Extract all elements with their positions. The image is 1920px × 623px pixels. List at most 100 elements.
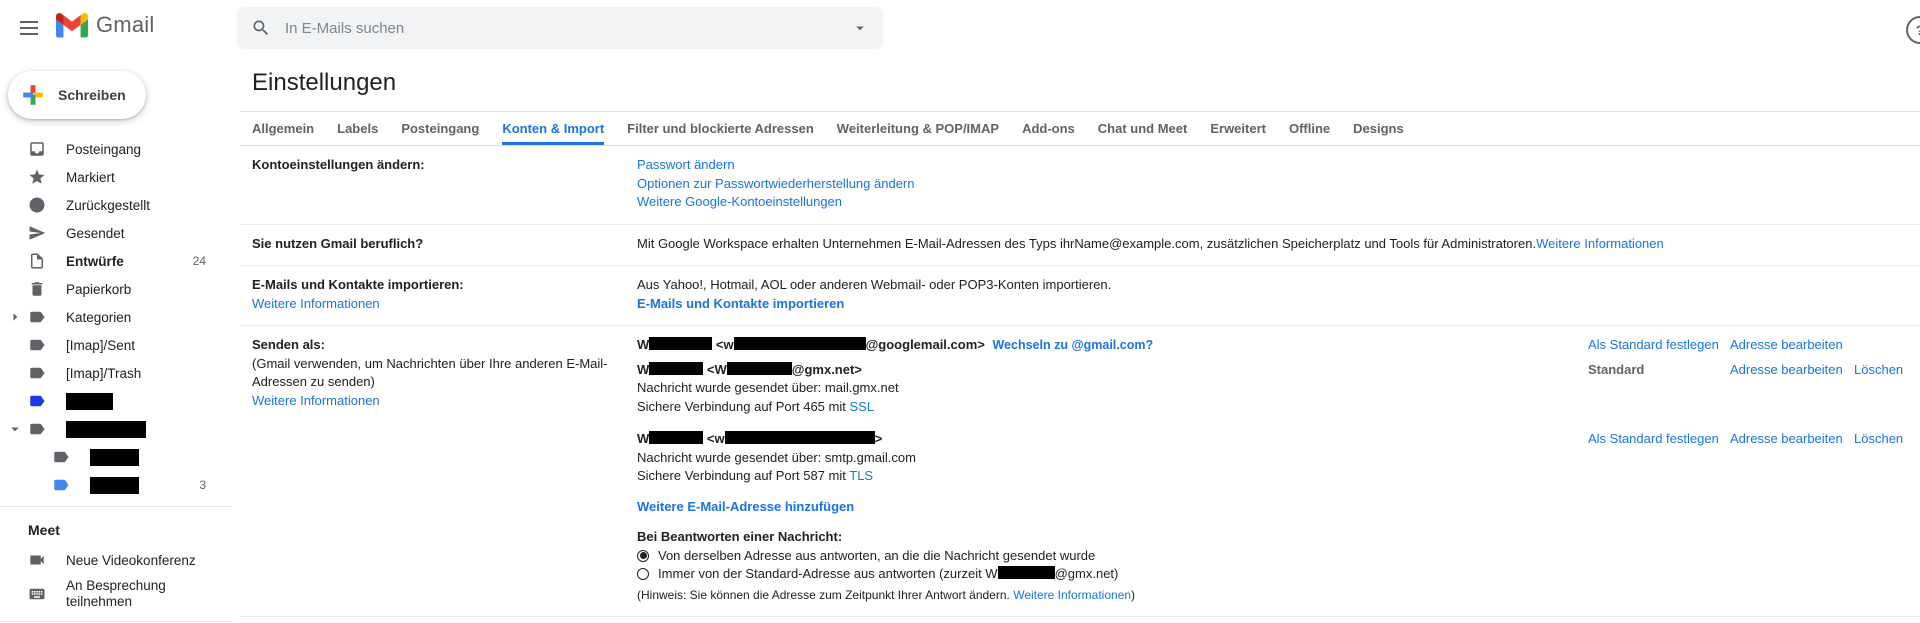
redacted-text [649, 337, 712, 350]
row-label: Sie nutzen Gmail beruflich? [252, 236, 423, 251]
label-icon [28, 363, 48, 383]
gmail-logo[interactable]: Gmail [56, 12, 154, 38]
search-icon[interactable] [251, 18, 271, 38]
radio-selected-icon[interactable] [637, 550, 649, 562]
link-ssl[interactable]: SSL [849, 399, 874, 414]
unread-count: 3 [199, 478, 206, 492]
sidebar-item-kategorien[interactable]: Kategorien [0, 303, 232, 331]
sidebar-item-label-redacted-1[interactable] [0, 387, 232, 415]
sent-via-text: Nachricht wurde gesendet über: smtp.gmai… [637, 449, 1588, 468]
row-nachrichten-abrufen: Nachrichten von anderen Konten abrufen: … [240, 617, 1920, 623]
sidebar-item-imap-trash[interactable]: [Imap]/Trash [0, 359, 232, 387]
keyboard-icon [28, 584, 48, 604]
tab-designs[interactable]: Designs [1353, 112, 1404, 145]
row-label: Senden als: [252, 336, 637, 355]
app-name: Gmail [96, 12, 154, 38]
row-label: E-Mails und Kontakte importieren: [252, 276, 637, 295]
inbox-icon [28, 139, 48, 159]
tab-filter[interactable]: Filter und blockierte Adressen [627, 112, 814, 145]
tab-posteingang[interactable]: Posteingang [401, 112, 479, 145]
secure-text: Sichere Verbindung auf Port 587 mit [637, 468, 846, 483]
clock-icon [28, 195, 48, 215]
settings-tabs: Allgemein Labels Posteingang Konten & Im… [240, 112, 1920, 146]
redacted-label [90, 477, 139, 494]
sidebar-item-gesendet[interactable]: Gesendet [0, 219, 232, 247]
sidebar-item-label-redacted-2[interactable] [0, 415, 232, 443]
redacted-text [649, 431, 703, 444]
link-adresse-bearbeiten[interactable]: Adresse bearbeiten [1730, 430, 1854, 449]
row-import: E-Mails und Kontakte importieren: Weiter… [240, 266, 1920, 326]
sidebar-item-label-redacted-4[interactable]: 3 [0, 471, 232, 499]
sidebar-item-entwuerfe[interactable]: Entwürfe 24 [0, 247, 232, 275]
chevron-right-icon[interactable] [6, 308, 24, 326]
sidebar-item-neue-videokonferenz[interactable]: Neue Videokonferenz [0, 546, 232, 574]
redacted-text [734, 337, 866, 350]
link-weitere-email-adresse-hinzufuegen[interactable]: Weitere E-Mail-Adresse hinzufügen [637, 499, 854, 514]
label-icon [28, 419, 48, 439]
redacted-label [66, 421, 146, 438]
search-input[interactable] [283, 19, 851, 38]
sidebar-divider [0, 506, 232, 507]
sidebar-item-posteingang[interactable]: Posteingang [0, 135, 232, 163]
redacted-label [66, 393, 113, 410]
sidebar-item-imap-sent[interactable]: [Imap]/Sent [0, 331, 232, 359]
link-adresse-bearbeiten[interactable]: Adresse bearbeiten [1730, 336, 1854, 355]
link-als-standard-festlegen[interactable]: Als Standard festlegen [1588, 336, 1730, 355]
sidebar-item-zurueckgestellt[interactable]: Zurückgestellt [0, 191, 232, 219]
send-as-entry: W <w> Nachricht wurde gesendet über: smt… [637, 430, 1904, 486]
tab-weiterleitung[interactable]: Weiterleitung & POP/IMAP [837, 112, 999, 145]
chevron-down-icon[interactable] [6, 420, 24, 438]
tab-labels[interactable]: Labels [337, 112, 378, 145]
sidebar-divider [0, 621, 232, 622]
gmail-logo-icon [56, 13, 88, 38]
link-emails-kontakte-importieren[interactable]: E-Mails und Kontakte importieren [637, 296, 844, 311]
link-tls[interactable]: TLS [849, 468, 873, 483]
send-icon [28, 223, 48, 243]
sidebar-item-label-redacted-3[interactable] [0, 443, 232, 471]
tab-add-ons[interactable]: Add-ons [1022, 112, 1075, 145]
star-icon [28, 167, 48, 187]
reply-hint: (Hinweis: Sie können die Adresse zum Zei… [637, 586, 1904, 605]
link-loeschen[interactable]: Löschen [1854, 361, 1904, 380]
link-passwort-aendern[interactable]: Passwort ändern [637, 157, 735, 172]
redacted-label [90, 449, 139, 466]
tab-allgemein[interactable]: Allgemein [252, 112, 314, 145]
hamburger-menu-icon[interactable] [14, 13, 44, 43]
senden-als-description: (Gmail verwenden, um Nachrichten über Ih… [252, 355, 637, 392]
tab-konten-import[interactable]: Konten & Import [502, 112, 604, 145]
label-icon [52, 475, 72, 495]
link-weitere-informationen[interactable]: Weitere Informationen [1536, 236, 1664, 251]
link-loeschen[interactable]: Löschen [1854, 430, 1904, 449]
compose-button[interactable]: Schreiben [8, 71, 146, 119]
radio-unselected-icon[interactable] [637, 568, 649, 580]
sidebar-item-markiert[interactable]: Markiert [0, 163, 232, 191]
link-passwortwiederherstellung[interactable]: Optionen zur Passwortwiederherstellung ä… [637, 176, 915, 191]
link-google-kontoeinstellungen[interactable]: Weitere Google-Kontoeinstellungen [637, 194, 842, 209]
draft-icon [28, 251, 48, 271]
link-adresse-bearbeiten[interactable]: Adresse bearbeiten [1730, 361, 1854, 380]
search-options-icon[interactable] [851, 19, 869, 37]
tab-offline[interactable]: Offline [1289, 112, 1330, 145]
gmail-settings-page: Gmail ? Schreiben Posteingang Markiert [0, 0, 1920, 623]
page-title: Einstellungen [240, 56, 1920, 112]
search-bar[interactable] [237, 7, 883, 49]
sidebar-item-papierkorb[interactable]: Papierkorb [0, 275, 232, 303]
tab-chat-und-meet[interactable]: Chat und Meet [1098, 112, 1188, 145]
link-weitere-informationen[interactable]: Weitere Informationen [1013, 588, 1131, 602]
link-als-standard-festlegen[interactable]: Als Standard festlegen [1588, 430, 1730, 449]
sent-via-text: Nachricht wurde gesendet über: mail.gmx.… [637, 379, 1588, 398]
sidebar-item-an-besprechung-teilnehmen[interactable]: An Besprechung teilnehmen [0, 574, 232, 614]
link-weitere-informationen[interactable]: Weitere Informationen [252, 393, 380, 408]
label-icon [52, 447, 72, 467]
compose-plus-icon [22, 84, 44, 106]
redacted-text [725, 431, 875, 444]
import-text: Aus Yahoo!, Hotmail, AOL oder anderen We… [637, 276, 1904, 295]
status-standard: Standard [1588, 361, 1730, 380]
help-icon[interactable]: ? [1906, 16, 1920, 44]
link-wechseln-zu-gmail[interactable]: Wechseln zu @gmail.com? [992, 338, 1153, 352]
send-as-entry: W <W@gmx.net> Nachricht wurde gesendet ü… [637, 361, 1904, 417]
tab-erweitert[interactable]: Erweitert [1210, 112, 1266, 145]
link-weitere-informationen[interactable]: Weitere Informationen [252, 296, 380, 311]
reply-options-label: Bei Beantworten einer Nachricht: [637, 528, 1904, 547]
row-kontoeinstellungen: Kontoeinstellungen ändern: Passwort ände… [240, 146, 1920, 225]
